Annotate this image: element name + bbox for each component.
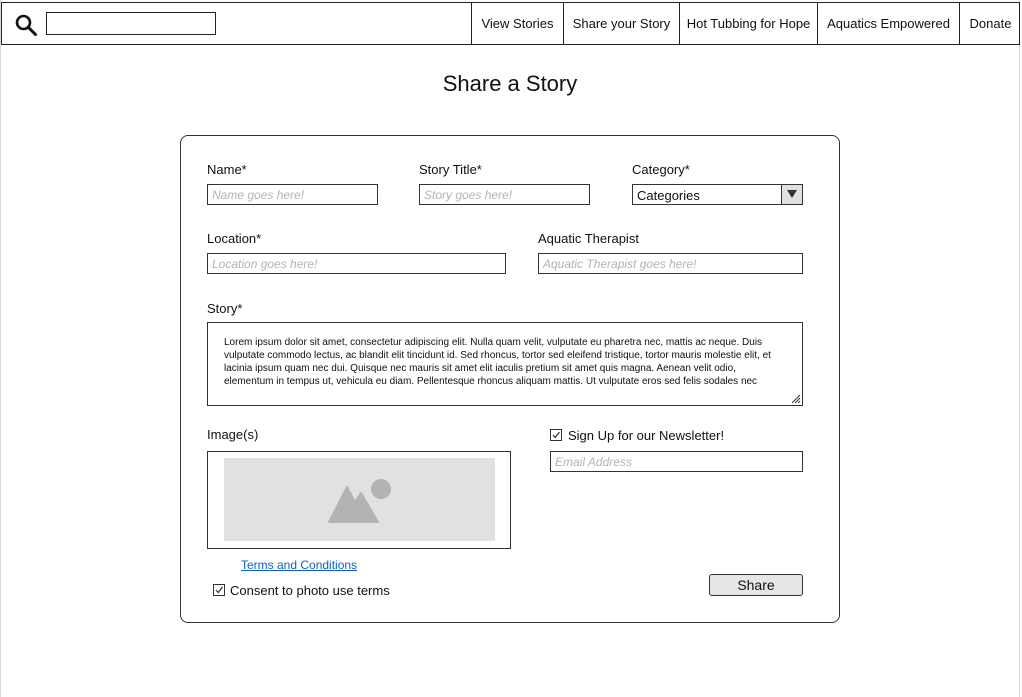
images-label: Image(s) [207,427,259,442]
newsletter-checkbox[interactable] [550,429,562,441]
page-title: Share a Story [442,71,578,96]
therapist-input[interactable] [538,253,803,274]
image-upload-area[interactable] [207,451,511,549]
email-field[interactable] [550,451,803,472]
story-text: Lorem ipsum dolor sit amet, consectetur … [224,337,771,387]
location-input[interactable] [207,253,506,274]
terms-and-conditions-link[interactable]: Terms and Conditions [241,558,357,572]
checkmark-icon [552,431,560,439]
story-textarea[interactable]: Lorem ipsum dolor sit amet, consectetur … [207,322,803,406]
story-title-input[interactable] [419,184,590,205]
consent-label: Consent to photo use terms [230,583,390,598]
checkmark-icon [215,586,223,594]
top-navigation-bar: View Stories Share your Story Hot Tubbin… [1,2,1020,45]
therapist-label: Aquatic Therapist [538,231,639,246]
category-select[interactable]: Categories [632,184,803,205]
name-input[interactable] [207,184,378,205]
name-label: Name* [207,162,247,177]
nav-hot-tubbing-for-hope[interactable]: Hot Tubbing for Hope [679,2,817,45]
category-selected-value: Categories [637,188,700,203]
consent-checkbox[interactable] [213,584,225,596]
nav-aquatics-empowered[interactable]: Aquatics Empowered [817,2,959,45]
share-button[interactable]: Share [709,574,803,596]
category-label: Category* [632,162,690,177]
nav-donate[interactable]: Donate [959,2,1021,45]
search-input[interactable] [46,12,216,35]
nav-share-your-story[interactable]: Share your Story [563,2,679,45]
image-placeholder-icon [328,479,391,523]
search-icon[interactable] [14,13,38,37]
story-label: Story* [207,301,243,316]
image-placeholder [224,458,495,541]
share-story-form: Name* Story Title* Category* Categories … [180,135,840,623]
dropdown-arrow-icon[interactable] [781,185,802,204]
newsletter-label: Sign Up for our Newsletter! [568,428,725,443]
main-nav: View Stories Share your Story Hot Tubbin… [471,2,1021,45]
location-label: Location* [207,231,262,246]
resize-grip-icon[interactable] [791,394,801,404]
nav-view-stories[interactable]: View Stories [471,2,563,45]
story-title-label: Story Title* [419,162,482,177]
